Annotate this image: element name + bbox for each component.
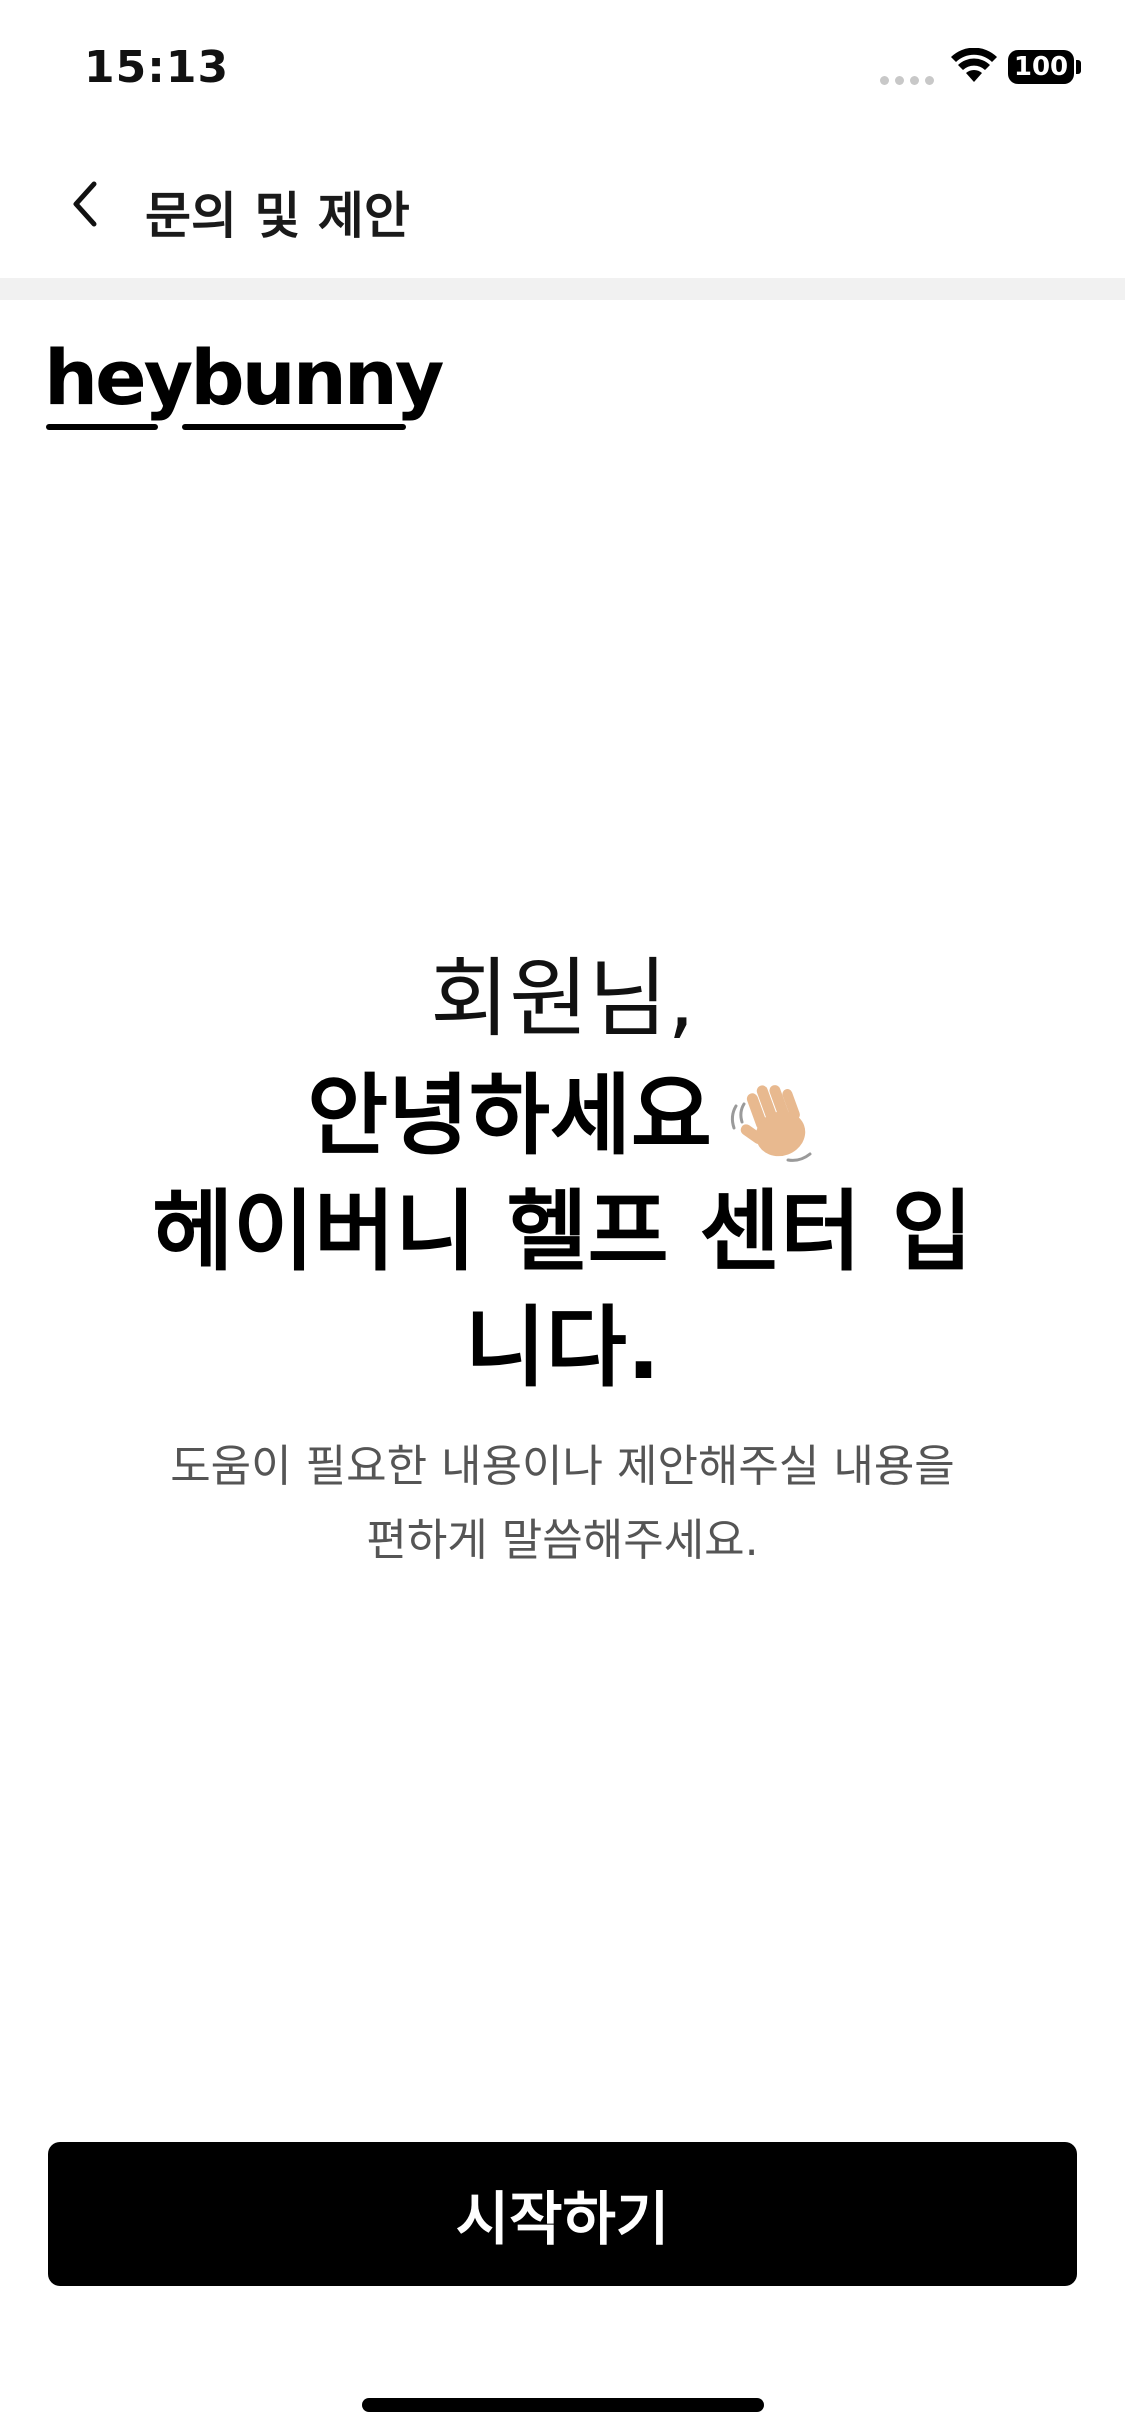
brand-logo: heybunny xyxy=(44,333,444,422)
greeting-hello-row: 안녕하세요 xyxy=(0,1058,1125,1174)
description-line-2: 편하게 말씀해주세요. xyxy=(366,1515,759,1566)
status-bar: 15:13 100 xyxy=(0,0,1125,140)
section-divider xyxy=(0,278,1125,300)
description-line-1: 도움이 필요한 내용이나 제안해주실 내용을 xyxy=(170,1441,955,1492)
greeting-helpcenter: 헤이버니 헬프 센터 입니다. xyxy=(152,1180,973,1399)
logo-underline xyxy=(46,424,406,430)
greeting-description: 도움이 필요한 내용이나 제안해주실 내용을 편하게 말씀해주세요. xyxy=(0,1430,1125,1578)
battery-nub xyxy=(1076,60,1081,74)
greeting-hello: 안녕하세요 xyxy=(307,1064,712,1167)
battery-icon: 100 xyxy=(1008,50,1074,84)
nav-bar: 문의 및 제안 xyxy=(0,140,1125,278)
battery-level: 100 xyxy=(1013,52,1069,82)
status-time: 15:13 xyxy=(84,42,230,93)
page-title: 문의 및 제안 xyxy=(145,187,410,245)
waving-hand-icon xyxy=(730,1085,812,1162)
signal-dots-icon xyxy=(880,76,934,85)
greeting-member: 회원님, xyxy=(430,949,695,1049)
greeting-block: 회원님, 안녕하세요 헤이버니 헬프 센터 입니다. xyxy=(0,940,1125,1406)
wifi-icon xyxy=(951,48,997,82)
home-indicator xyxy=(362,2398,764,2412)
chevron-left-icon[interactable] xyxy=(62,174,110,234)
start-button[interactable]: 시작하기 xyxy=(48,2142,1077,2286)
